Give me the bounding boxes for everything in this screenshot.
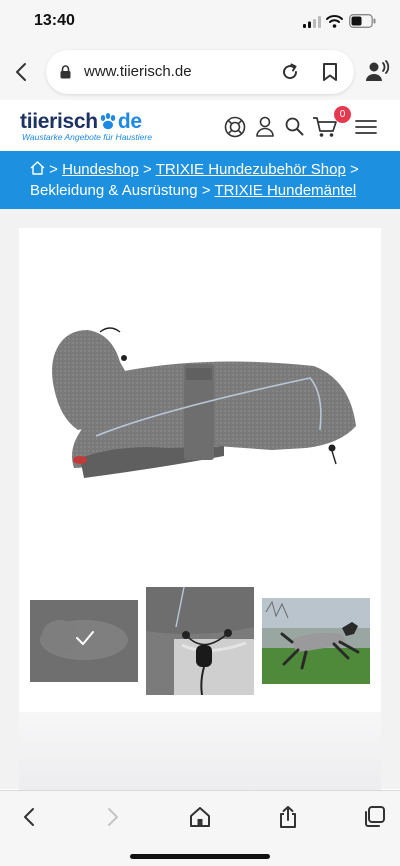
breadcrumb-separator: >	[201, 182, 211, 199]
status-time: 13:40	[34, 12, 75, 29]
breadcrumb-item-bekleidung[interactable]: Bekleidung & Ausrüstung	[30, 182, 198, 199]
wifi-icon	[326, 15, 343, 28]
battery-icon	[349, 14, 376, 28]
back-chevron-icon[interactable]	[14, 62, 28, 82]
hamburger-menu-icon[interactable]	[355, 119, 377, 135]
paw-logo-icon	[100, 113, 116, 130]
reload-icon[interactable]	[280, 62, 300, 82]
site-logo[interactable]: tiierisch de	[20, 110, 142, 134]
card-bottom-shade	[19, 712, 381, 790]
voice-person-icon[interactable]	[366, 60, 390, 82]
logo-tagline: Waustarke Angebote für Haustiere	[22, 132, 152, 142]
breadcrumb-separator: >	[349, 161, 359, 178]
lifebuoy-icon[interactable]	[224, 116, 246, 138]
share-icon[interactable]	[276, 805, 300, 829]
back-icon[interactable]	[18, 805, 42, 829]
thumbnail-3[interactable]	[262, 598, 370, 684]
lock-icon	[60, 65, 71, 79]
home-icon[interactable]	[30, 161, 45, 175]
cart-count-badge: 0	[334, 106, 351, 123]
browser-address-bar: www.tiierisch.de	[0, 44, 400, 100]
breadcrumb-item-hundemaentel[interactable]: TRIXIE Hundemäntel	[214, 182, 356, 199]
breadcrumb-separator: >	[49, 161, 58, 178]
logo-text-1: tiierisch	[20, 110, 98, 133]
tabs-icon[interactable]	[362, 805, 386, 829]
home-indicator	[130, 854, 270, 859]
cart-icon[interactable]	[312, 116, 338, 138]
breadcrumb: > Hundeshop > TRIXIE Hundezubehör Shop >…	[0, 151, 400, 209]
signal-icon	[303, 16, 321, 28]
breadcrumb-item-trixie-shop[interactable]: TRIXIE Hundezubehör Shop	[156, 161, 346, 178]
logo-text-2: de	[117, 110, 142, 133]
product-gallery-card	[19, 228, 381, 790]
product-main-image[interactable]	[40, 318, 366, 478]
thumbnail-2[interactable]	[146, 587, 254, 695]
selected-check-icon	[76, 631, 94, 645]
search-icon[interactable]	[285, 117, 304, 136]
home-icon[interactable]	[188, 805, 212, 829]
forward-icon[interactable]	[100, 805, 124, 829]
url-text: www.tiierisch.de	[84, 63, 192, 80]
bookmark-icon[interactable]	[322, 62, 338, 82]
breadcrumb-item-hundeshop[interactable]: Hundeshop	[62, 161, 139, 178]
url-field[interactable]: www.tiierisch.de	[46, 50, 354, 94]
status-bar: 13:40	[0, 0, 400, 44]
user-icon[interactable]	[256, 116, 274, 137]
breadcrumb-separator: >	[143, 161, 152, 178]
